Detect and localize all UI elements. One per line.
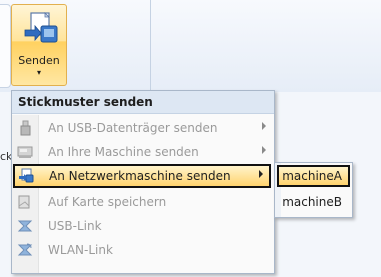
menu-item-usb-drive[interactable]: An USB-Datenträger senden bbox=[12, 116, 274, 140]
submenu-item-label: machineA bbox=[282, 169, 342, 183]
chevron-right-icon bbox=[262, 146, 266, 154]
submenu-item-machine-b[interactable]: machineB bbox=[277, 191, 350, 213]
menu-item-label: An Ihre Maschine senden bbox=[48, 145, 199, 159]
chevron-right-icon bbox=[262, 122, 266, 130]
menu-item-label: An Netzwerkmaschine senden bbox=[49, 169, 231, 183]
menu-item-wlan-link[interactable]: WLAN-Link bbox=[12, 238, 274, 262]
menu-header: Stickmuster senden bbox=[12, 91, 274, 114]
chevron-right-icon bbox=[259, 170, 263, 178]
menu-item-label: Auf Karte speichern bbox=[48, 195, 167, 209]
menu-item-save-to-card[interactable]: Auf Karte speichern bbox=[12, 190, 274, 214]
network-machine-icon bbox=[19, 168, 34, 183]
send-dropdown-menu: Stickmuster senden An USB-Datenträger se… bbox=[11, 90, 275, 274]
menu-item-label: An USB-Datenträger senden bbox=[48, 121, 218, 135]
ribbon-collapsed-button[interactable] bbox=[0, 4, 11, 88]
menu-item-label: WLAN-Link bbox=[48, 243, 113, 257]
chevron-down-icon: ▾ bbox=[36, 68, 41, 77]
machine-icon bbox=[17, 146, 33, 158]
submenu-item-machine-a[interactable]: machineA bbox=[277, 165, 350, 187]
usb-drive-icon bbox=[20, 120, 31, 136]
network-machine-submenu: machineA machineB bbox=[274, 162, 353, 218]
menu-item-label: USB-Link bbox=[48, 219, 102, 233]
send-to-machine-icon bbox=[24, 12, 58, 43]
menu-item-network-machine[interactable]: An Netzwerkmaschine senden bbox=[13, 164, 271, 188]
send-button[interactable]: Senden ▾ bbox=[11, 4, 67, 86]
menu-item-your-machine[interactable]: An Ihre Maschine senden bbox=[12, 140, 274, 164]
menu-item-usb-link[interactable]: USB-Link bbox=[12, 214, 274, 238]
usb-link-icon bbox=[17, 220, 33, 232]
ribbon-separator bbox=[150, 0, 151, 92]
send-button-label: Senden bbox=[18, 54, 60, 67]
card-icon bbox=[18, 195, 30, 209]
menu-header-label: Stickmuster senden bbox=[18, 95, 153, 109]
wlan-link-icon bbox=[17, 243, 33, 256]
submenu-item-label: machineB bbox=[282, 195, 342, 209]
